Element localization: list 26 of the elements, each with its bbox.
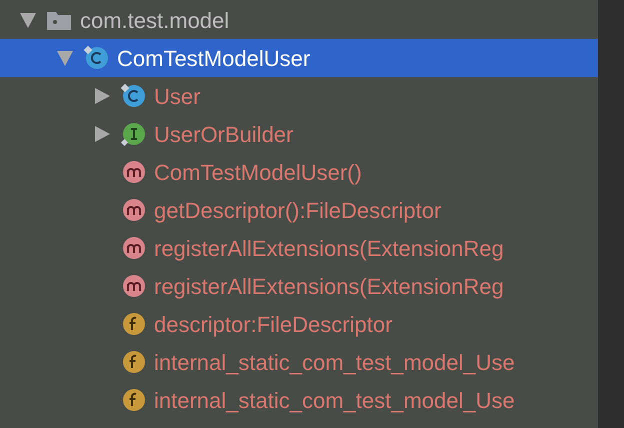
field-icon bbox=[120, 387, 146, 413]
method-icon bbox=[120, 197, 146, 223]
expand-arrow-icon[interactable] bbox=[93, 125, 111, 143]
collapse-arrow-icon[interactable] bbox=[56, 49, 74, 67]
tree-item-label[interactable]: descriptor:FileDescriptor bbox=[154, 308, 392, 340]
tree-item-label[interactable]: registerAllExtensions(ExtensionReg bbox=[154, 232, 504, 264]
field-icon bbox=[120, 311, 146, 337]
method-icon bbox=[120, 235, 146, 261]
method-icon bbox=[120, 159, 146, 185]
tree-item-label[interactable]: internal_static_com_test_model_Use bbox=[154, 346, 515, 378]
tree-item-label[interactable]: internal_static_com_test_model_Use bbox=[154, 384, 515, 416]
tree-item-label[interactable]: com.test.model bbox=[80, 4, 230, 36]
expand-arrow-icon[interactable] bbox=[93, 87, 111, 105]
tree-item-label[interactable]: getDescriptor():FileDescriptor bbox=[154, 194, 442, 226]
tree-item-label[interactable]: ComTestModelUser bbox=[117, 42, 310, 74]
class-icon bbox=[120, 83, 146, 109]
field-icon bbox=[120, 349, 146, 375]
tree-item-label[interactable]: ComTestModelUser() bbox=[154, 156, 362, 188]
interface-icon bbox=[120, 121, 146, 147]
class-icon bbox=[83, 45, 109, 71]
method-icon bbox=[120, 273, 146, 299]
tree-item-label[interactable]: User bbox=[154, 80, 200, 112]
collapse-arrow-icon[interactable] bbox=[19, 11, 37, 29]
tree-item-label[interactable]: registerAllExtensions(ExtensionReg bbox=[154, 270, 504, 302]
tree-item-label[interactable]: UserOrBuilder bbox=[154, 118, 294, 150]
selected-row[interactable]: ComTestModelUser bbox=[0, 39, 598, 77]
